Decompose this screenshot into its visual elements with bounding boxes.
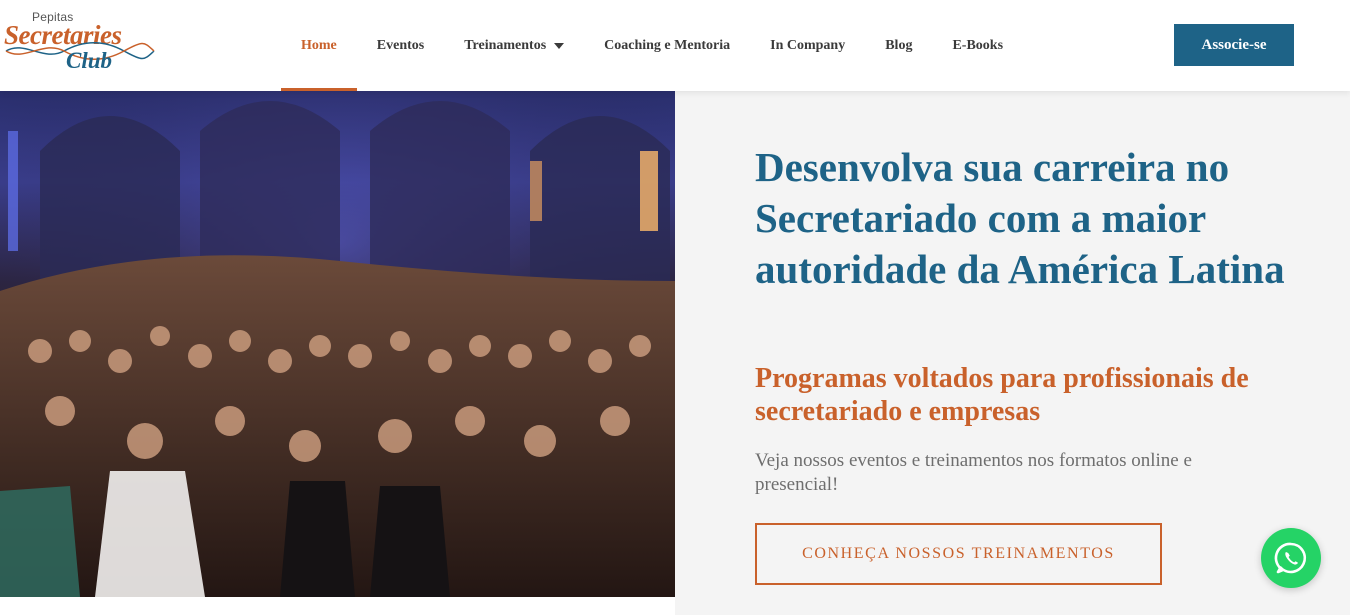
associe-se-button[interactable]: Associe-se [1174,24,1294,66]
nav-item-label: E-Books [952,37,1004,53]
nav-item-label: Treinamentos [464,37,547,53]
whatsapp-chat-button[interactable] [1261,528,1321,588]
hero-description: Veja nossos eventos e treinamentos nos f… [755,450,1192,495]
main-nav: Home Eventos Treinamentos Coaching e Men… [281,0,1023,91]
hero-title: Desenvolva sua carreira no Secretariado … [755,144,1285,292]
hero-event-photo [0,91,675,597]
nav-item-home[interactable]: Home [281,0,357,91]
crowd-photo-illustration [0,91,675,597]
chevron-down-icon [554,42,565,49]
nav-item-treinamentos[interactable]: Treinamentos [444,0,584,91]
nav-item-coaching[interactable]: Coaching e Mentoria [584,0,750,91]
nav-item-label: Coaching e Mentoria [604,37,731,53]
section-divider [0,597,675,615]
nav-item-blog[interactable]: Blog [865,0,932,91]
whatsapp-icon [1274,542,1307,574]
site-logo[interactable]: Pepitas Secretaries Club [4,10,156,76]
nav-item-label: Blog [885,37,913,53]
nav-item-in-company[interactable]: In Company [750,0,865,91]
nav-item-label: In Company [770,37,846,53]
nav-item-ebooks[interactable]: E-Books [932,0,1023,91]
nav-item-label: Home [301,37,337,53]
nav-item-label: Eventos [376,37,425,53]
site-header: Pepitas Secretaries Club Home Eventos Tr… [0,0,1350,91]
conheca-treinamentos-button[interactable]: CONHEÇA NOSSOS TREINAMENTOS [755,523,1162,585]
nav-item-eventos[interactable]: Eventos [357,0,444,91]
hero-subtitle: Programas voltados para profissionais de… [755,363,1249,427]
logo-club-text: Club [66,48,113,73]
